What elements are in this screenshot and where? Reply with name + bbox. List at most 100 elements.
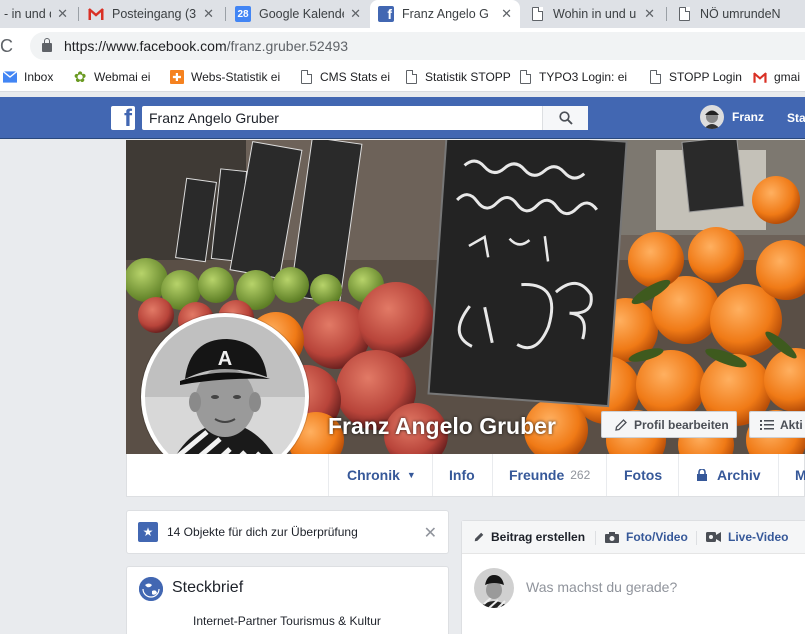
tab-archiv[interactable]: Archiv [678,454,778,496]
bookmark-label: Statistik STOPP [425,70,511,84]
facebook-top-bar: f Franz Sta [0,97,805,139]
lock-icon [697,469,707,481]
browser-tab-1[interactable]: - in und d ✕ [0,0,76,28]
tab-create-post[interactable]: Beitrag erstellen [473,530,585,544]
review-notice-text: 14 Objekte für dich zur Überprüfung [167,525,358,539]
pencil-icon [474,532,484,542]
browser-tab-strip: - in und d ✕ Posteingang (3. ✕ 28 Google… [0,0,805,28]
start-link[interactable]: Sta [787,111,805,125]
review-notice[interactable]: ★ 14 Objekte für dich zur Überprüfung ✕ [126,510,449,554]
url-host: https://www.facebook.com [64,38,227,54]
bookmark-label: Inbox [24,70,54,84]
browser-tab-4[interactable]: f Franz Angelo G ✕ [370,0,520,28]
tab-chronik[interactable]: Chronik ▼ [328,454,432,496]
bookmark-cms-stats[interactable]: CMS Stats ei [299,70,390,84]
tab-title: Posteingang (3. [112,7,198,21]
tab-info[interactable]: Info [432,454,492,496]
doc-icon [648,70,662,84]
bookmark-label: gmai [774,70,801,84]
tab-label: Chronik [347,467,400,483]
search-button[interactable] [542,106,588,130]
gmail-icon [88,6,104,22]
profile-name[interactable]: Franz Angelo Gruber [328,413,556,440]
tab-label: Info [449,467,475,483]
bookmark-statistik-stopp[interactable]: Statistik STOPP [404,70,511,84]
bookmark-label: Webs-Statistik ei [191,70,281,84]
close-icon[interactable]: ✕ [644,6,655,22]
close-icon[interactable]: ✕ [57,6,68,22]
avatar [474,568,514,608]
tab-fotos[interactable]: Fotos [606,454,678,496]
lock-icon [42,38,52,52]
bookmark-label: STOPP Login [669,70,742,84]
address-bar: C https://www.facebook.com/franz.gruber.… [0,28,805,64]
camera-icon [605,531,619,543]
tab-label: Fotos [624,467,663,483]
bookmark-webs-statistik[interactable]: ✚ Webs-Statistik ei [170,70,280,84]
bookmark-label: CMS Stats ei [320,70,391,84]
doc-icon [518,70,532,84]
close-icon[interactable]: ✕ [203,6,214,22]
doc-icon [299,70,313,84]
intro-line: Internet-Partner Tourismus & Kultur [193,614,381,628]
tab-label: Beitrag erstellen [491,530,586,544]
tab-title: Wohin in und u [553,7,637,21]
facebook-logo-icon[interactable]: f [111,106,135,130]
tab-more[interactable]: M [778,454,805,496]
edit-profile-label: Profil bearbeiten [634,417,729,432]
bookmark-typo3-login[interactable]: TYPO3 Login: ei [518,70,627,84]
bookmark-webmail[interactable]: ✿ Webmai ei [73,69,151,86]
status-input[interactable]: Was machst du gerade? [526,579,677,595]
tab-title: - in und d [4,7,52,21]
tab-photo-video[interactable]: Foto/Video [605,530,688,544]
user-profile-link[interactable]: Franz [700,105,764,129]
star-icon: ★ [138,522,158,542]
post-composer: Beitrag erstellen Foto/Video Live-Video … [461,520,805,634]
video-camera-icon [706,532,721,542]
user-name: Franz [732,110,765,124]
search-input[interactable] [142,110,542,126]
tab-label: M [795,467,805,483]
activity-log-button[interactable]: Akti [749,411,805,438]
close-icon[interactable]: ✕ [501,6,512,22]
close-icon[interactable]: ✕ [350,6,361,22]
stats-icon: ✚ [170,70,184,84]
reload-icon[interactable]: C [0,36,13,57]
edit-profile-button[interactable]: Profil bearbeiten [601,411,737,438]
profile-tab-bar: Chronik ▼ Info Freunde 262 Fotos Archiv … [126,454,805,497]
doc-icon [529,6,545,22]
tab-title: Google Kalende [259,7,345,21]
tab-label: Archiv [717,467,761,483]
url-field[interactable]: https://www.facebook.com/franz.gruber.52… [30,32,805,60]
bookmarks-bar: Inbox ✿ Webmai ei ✚ Webs-Statistik ei CM… [0,64,805,92]
globe-icon [139,577,163,601]
browser-tab-3[interactable]: 28 Google Kalende ✕ [227,0,369,28]
tab-label: Foto/Video [626,530,688,544]
friend-count: 262 [570,468,591,482]
tab-label: Live-Video [728,530,789,544]
bookmark-gmail[interactable]: gmai [753,70,800,84]
tab-title: NÖ umrundeN [700,7,781,21]
browser-tab-6[interactable]: NÖ umrundeN [668,0,805,28]
bookmark-inbox[interactable]: Inbox [3,70,53,84]
bookmark-stopp-login[interactable]: STOPP Login [648,70,742,84]
pencil-icon [615,418,627,431]
search-icon [558,111,573,125]
browser-tab-5[interactable]: Wohin in und u ✕ [521,0,663,28]
tab-freunde[interactable]: Freunde 262 [492,454,606,496]
composer-tabs: Beitrag erstellen Foto/Video Live-Video [462,521,805,554]
mail-icon [3,70,17,84]
intro-title: Steckbrief [172,579,244,596]
tab-live-video[interactable]: Live-Video [706,530,788,544]
tab-title: Franz Angelo G [402,7,489,21]
browser-tab-2[interactable]: Posteingang (3. ✕ [80,0,222,28]
gear-icon: ✿ [73,69,87,86]
activity-log-label: Akti [780,417,803,432]
close-icon[interactable]: ✕ [424,523,437,543]
doc-icon [676,6,692,22]
doc-icon [404,70,418,84]
bookmark-label: TYPO3 Login: ei [539,70,628,84]
calendar-icon: 28 [235,6,251,22]
profile-photo: A [145,317,305,477]
avatar [700,105,724,129]
